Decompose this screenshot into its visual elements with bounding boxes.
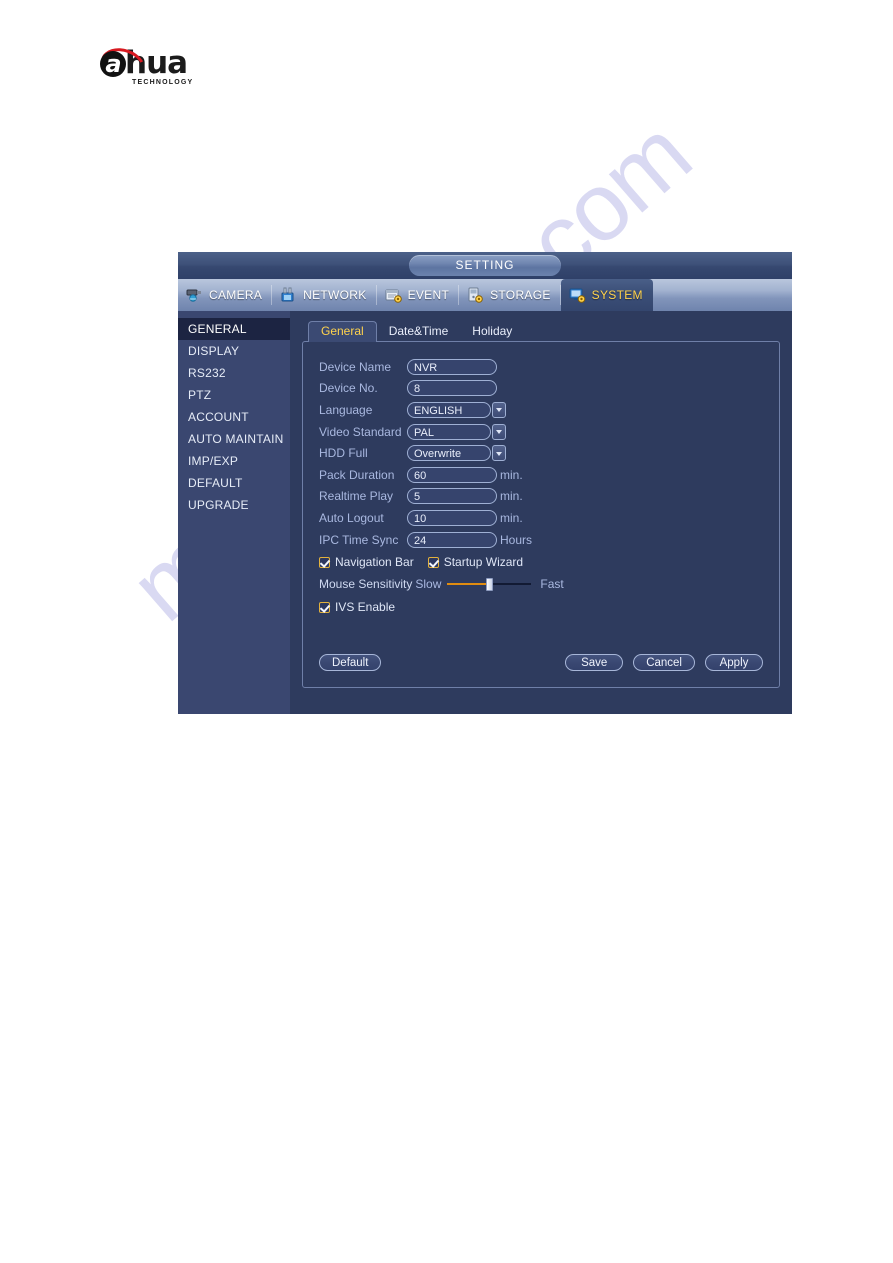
row-ivs-enable: IVS Enable [319,596,779,618]
logo-letter-a: a [100,51,126,77]
hdd-full-label: HDD Full [319,446,368,461]
video-standard-value[interactable]: PAL [407,423,491,440]
sidebar-item-account[interactable]: ACCOUNT [178,406,290,428]
sidebar-item-rs232[interactable]: RS232 [178,362,290,384]
sidebar-item-auto-maintain[interactable]: AUTO MAINTAIN [178,428,290,450]
cancel-button[interactable]: Cancel [633,654,695,671]
device-name-input[interactable]: NVR [407,358,497,375]
sidebar: GENERAL DISPLAY RS232 PTZ ACCOUNT AUTO M… [178,311,290,714]
row-device-no: Device No. 8 [319,378,779,400]
subtab-holiday[interactable]: Holiday [460,321,524,342]
dahua-logo: a hua TECHNOLOGY [95,42,280,90]
content-area: General Date&Time Holiday Device Name NV… [290,311,792,714]
window-body: GENERAL DISPLAY RS232 PTZ ACCOUNT AUTO M… [178,311,792,714]
sidebar-item-imp-exp[interactable]: IMP/EXP [178,450,290,472]
tabbar-spacer [653,279,792,311]
auto-logout-label: Auto Logout [319,510,384,525]
ipc-time-sync-input[interactable]: 24 [407,531,497,548]
slider-track-filled [447,583,488,586]
sidebar-item-upgrade[interactable]: UPGRADE [178,494,290,516]
auto-logout-input[interactable]: 10 [407,509,497,526]
setting-window: SETTING CAMERA NETWORK EVENT STORAGE SYS… [178,252,792,714]
chevron-down-icon[interactable] [492,401,506,418]
row-language: Language ENGLISH [319,399,779,421]
tab-system[interactable]: SYSTEM [560,279,653,311]
right-button-group: Save Cancel Apply [565,654,763,671]
hdd-full-value[interactable]: Overwrite [407,445,491,462]
row-toggles: Navigation Bar Startup Wizard [319,551,779,573]
window-title: SETTING [409,255,561,276]
subtab-general[interactable]: General [308,321,377,342]
ipc-time-sync-unit: Hours [500,532,533,547]
row-pack-duration: Pack Duration 60 min. [319,464,779,486]
hdd-full-select[interactable]: Overwrite [407,445,506,462]
startup-wizard-checkbox[interactable] [427,556,439,568]
ivs-enable-label: IVS Enable [335,600,396,615]
video-standard-label: Video Standard [319,424,402,439]
row-device-name: Device Name NVR [319,356,779,378]
sub-tabbar: General Date&Time Holiday [308,321,780,342]
general-settings-panel: Device Name NVR Device No. 8 Language EN… [302,341,780,688]
ivs-enable-checkbox[interactable] [319,601,330,613]
pack-duration-input[interactable]: 60 [407,466,497,483]
realtime-play-unit: min. [500,489,523,504]
navigation-bar-label: Navigation Bar [335,555,414,570]
row-video-standard: Video Standard PAL [319,421,779,443]
chevron-down-icon[interactable] [492,445,506,462]
device-no-label: Device No. [319,381,378,396]
tab-storage[interactable]: STORAGE [459,279,561,311]
startup-wizard-label: Startup Wizard [443,555,524,570]
language-label: Language [319,402,373,417]
device-name-label: Device Name [319,359,392,374]
slider-handle[interactable] [486,578,494,592]
tab-event-label: EVENT [407,288,450,302]
apply-button[interactable]: Apply [705,654,763,671]
storage-icon [467,287,485,303]
camera-icon [186,287,204,303]
ipc-time-sync-label: IPC Time Sync [319,532,399,547]
row-mouse-sensitivity: Mouse Sensitivity Slow Fast [319,573,779,595]
mouse-sensitivity-label: Mouse Sensitivity [319,577,413,592]
row-hdd-full: HDD Full Overwrite [319,442,779,464]
sidebar-item-display[interactable]: DISPLAY [178,340,290,362]
sidebar-item-ptz[interactable]: PTZ [178,384,290,406]
navigation-bar-checkbox[interactable] [319,556,330,568]
main-tabbar: CAMERA NETWORK EVENT STORAGE SYSTEM [178,279,792,311]
tab-storage-label: STORAGE [490,288,551,302]
chevron-down-icon[interactable] [492,423,506,440]
window-titlebar: SETTING [178,252,792,279]
slider-track-empty [491,583,532,586]
save-button[interactable]: Save [565,654,624,671]
language-select[interactable]: ENGLISH [407,401,506,418]
video-standard-select[interactable]: PAL [407,423,506,440]
sidebar-item-general[interactable]: GENERAL [178,318,290,340]
system-icon [569,287,587,303]
language-value[interactable]: ENGLISH [407,401,491,418]
realtime-play-input[interactable]: 5 [407,488,497,505]
tab-network[interactable]: NETWORK [272,279,378,311]
device-no-input[interactable]: 8 [407,380,497,397]
mouse-sensitivity-min-label: Slow [415,577,442,592]
tab-camera-label: CAMERA [209,288,263,302]
event-icon [385,287,403,303]
pack-duration-label: Pack Duration [319,467,395,482]
pack-duration-unit: min. [500,467,523,482]
subtab-datetime[interactable]: Date&Time [377,321,461,342]
network-icon [280,287,298,303]
row-realtime-play: Realtime Play 5 min. [319,486,779,508]
row-ipc-time-sync: IPC Time Sync 24 Hours [319,529,779,551]
tab-system-label: SYSTEM [591,288,643,302]
logo-wordmark: a hua [95,42,280,90]
row-auto-logout: Auto Logout 10 min. [319,507,779,529]
panel-button-row: Default Save Cancel Apply [319,654,763,671]
realtime-play-label: Realtime Play [319,489,394,504]
sidebar-item-default[interactable]: DEFAULT [178,472,290,494]
mouse-sensitivity-slider[interactable] [447,578,532,592]
default-button[interactable]: Default [319,654,382,671]
auto-logout-unit: min. [500,510,523,525]
tab-network-label: NETWORK [303,288,367,302]
tab-camera[interactable]: CAMERA [178,279,273,311]
tab-event[interactable]: EVENT [377,279,460,311]
mouse-sensitivity-max-label: Fast [540,577,564,592]
